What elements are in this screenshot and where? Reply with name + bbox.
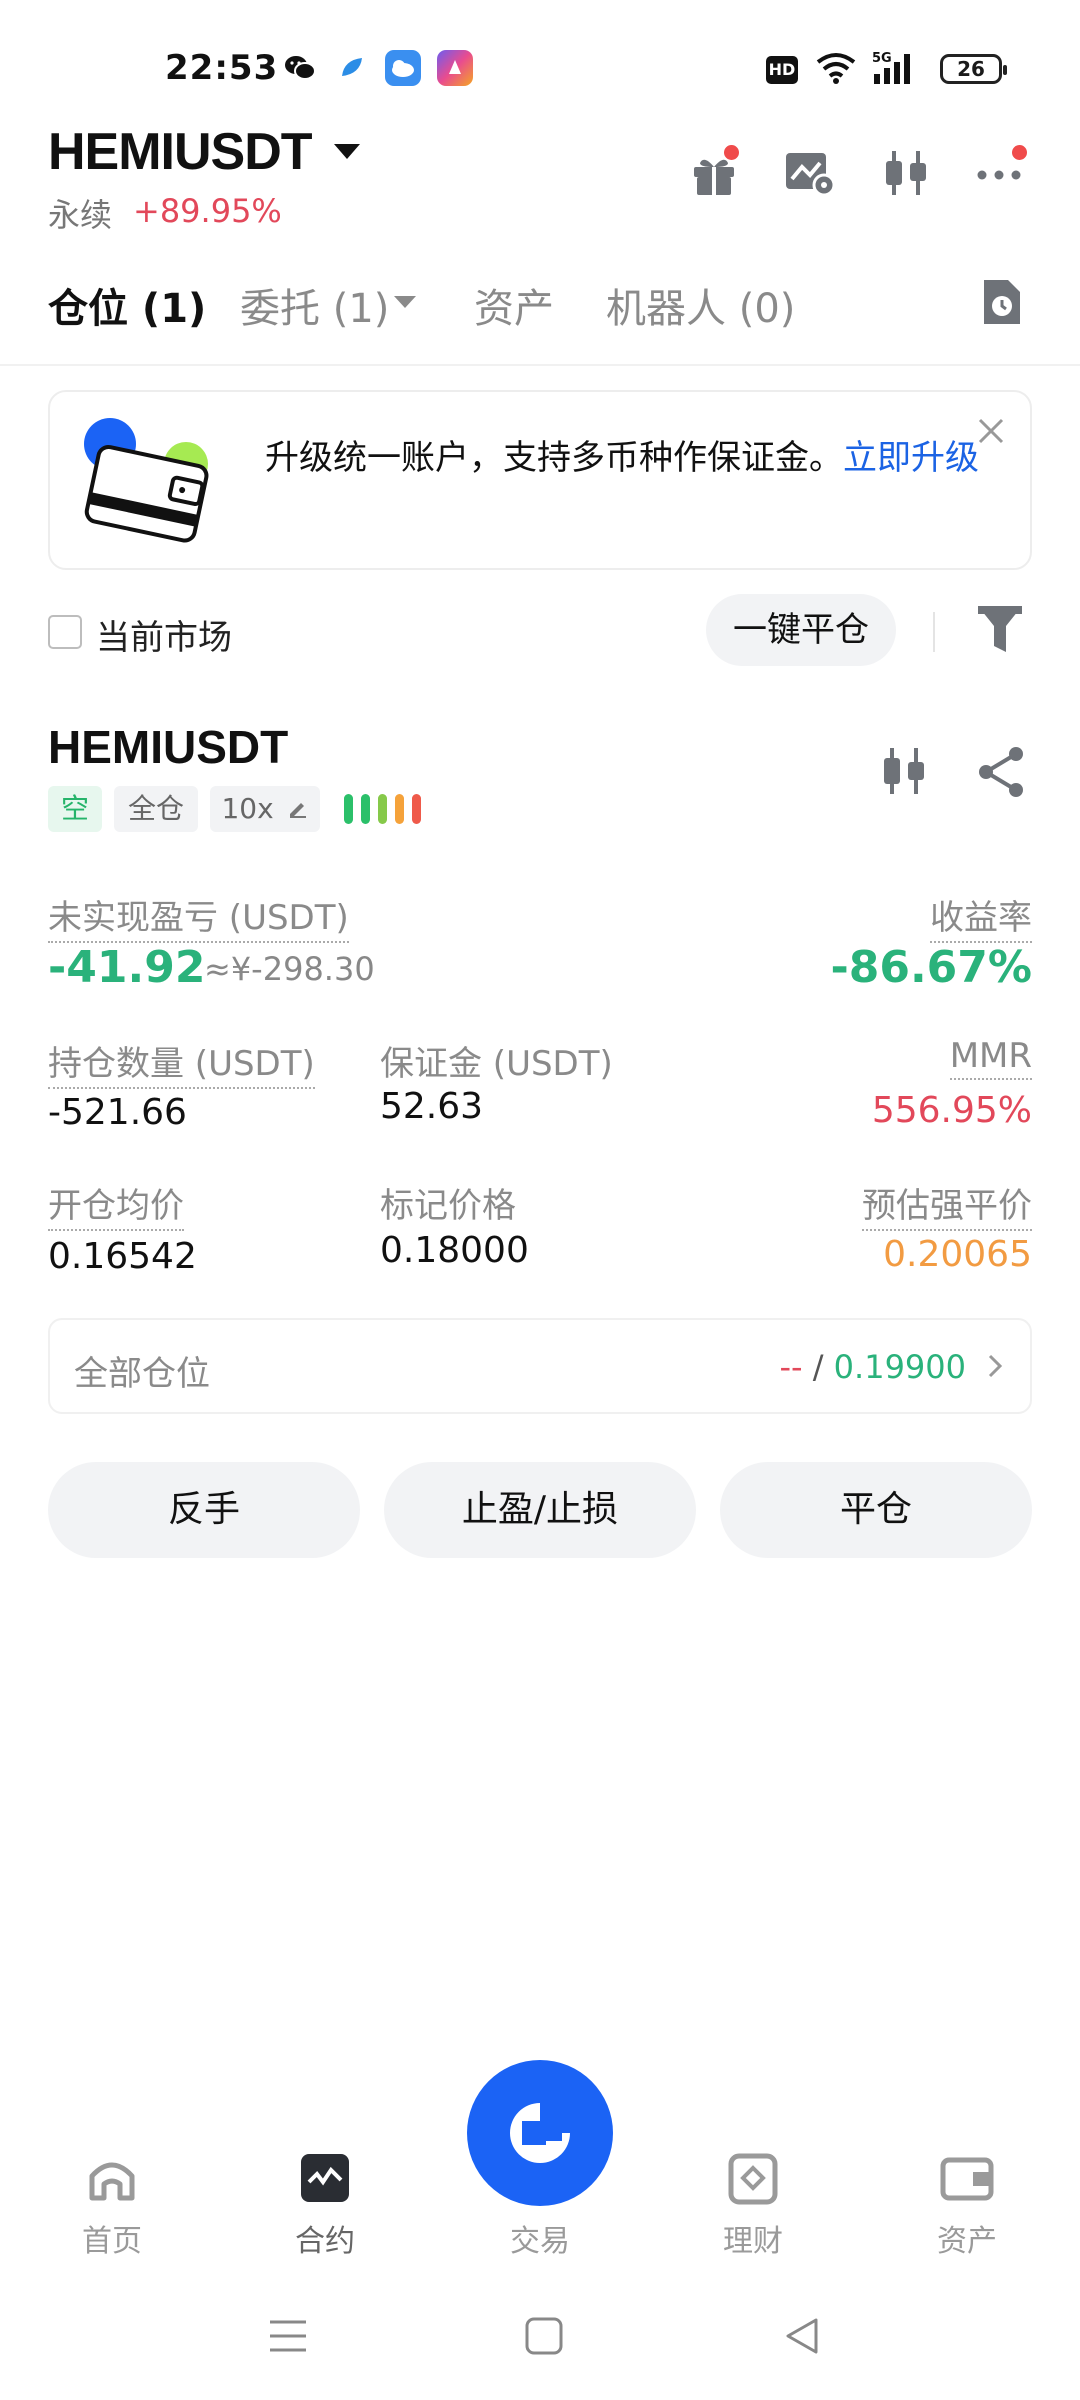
nav-home[interactable]: 首页 bbox=[32, 2150, 192, 2260]
separator: / bbox=[802, 1348, 834, 1386]
margin-label: 保证金 (USDT) bbox=[380, 1044, 613, 1084]
current-market-label[interactable]: 当前市场 bbox=[96, 610, 232, 659]
unrealized-pnl-value: -41.92 bbox=[48, 942, 206, 993]
mark-price-value: 0.18000 bbox=[380, 1230, 529, 1271]
roe-value: -86.67% bbox=[830, 942, 1032, 993]
position-size-value: -521.66 bbox=[48, 1092, 187, 1133]
risk-bar bbox=[412, 794, 421, 824]
earn-icon bbox=[725, 2150, 781, 2210]
close-all-button[interactable]: 一键平仓 bbox=[706, 594, 896, 666]
pair-title[interactable]: HEMIUSDT bbox=[48, 122, 313, 182]
home-square-icon[interactable] bbox=[524, 2316, 564, 2360]
trade-icon bbox=[500, 2093, 580, 2177]
current-market-checkbox[interactable] bbox=[48, 615, 82, 649]
close-position-button[interactable]: 平仓 bbox=[720, 1462, 1032, 1558]
futures-icon bbox=[297, 2150, 353, 2210]
liq-price-value: 0.20065 bbox=[883, 1234, 1032, 1275]
position-size-label[interactable]: 持仓数量 (USDT) bbox=[48, 1036, 315, 1089]
upgrade-link[interactable]: 立即升级 bbox=[843, 438, 979, 478]
chevron-down-icon[interactable] bbox=[334, 144, 360, 159]
tab-assets[interactable]: 资产 bbox=[474, 276, 554, 334]
leverage-value: 10x bbox=[221, 792, 274, 825]
tab-positions[interactable]: 仓位 (1) bbox=[48, 276, 206, 334]
chart-settings-icon[interactable] bbox=[782, 145, 838, 201]
history-icon[interactable] bbox=[978, 274, 1026, 334]
candlestick-icon[interactable] bbox=[878, 145, 934, 201]
entry-price-label[interactable]: 开仓均价 bbox=[48, 1178, 184, 1231]
margin-mode-badge[interactable]: 全仓 bbox=[114, 786, 198, 832]
mark-price-label: 标记价格 bbox=[380, 1186, 516, 1226]
signal-icon: 5G bbox=[870, 48, 922, 92]
notification-dot bbox=[724, 145, 739, 160]
home-icon bbox=[84, 2150, 140, 2210]
tab-bots[interactable]: 机器人 (0) bbox=[606, 276, 795, 334]
nav-futures[interactable]: 合约 bbox=[245, 2150, 405, 2260]
wallet-illustration-icon bbox=[78, 412, 218, 556]
weather-app-icon bbox=[385, 50, 421, 86]
system-nav-bar bbox=[0, 2280, 1080, 2400]
all-positions-value: -- / 0.19900 bbox=[779, 1348, 966, 1386]
upgrade-banner[interactable]: 升级统一账户，支持多币种作保证金。立即升级 bbox=[48, 390, 1032, 570]
unrealized-pnl-label[interactable]: 未实现盈亏 (USDT) bbox=[48, 890, 349, 943]
notification-dot bbox=[1012, 145, 1027, 160]
nav-earn[interactable]: 理财 bbox=[673, 2150, 833, 2260]
risk-bar bbox=[395, 794, 404, 824]
wallet-icon bbox=[939, 2150, 995, 2210]
banner-text: 升级统一账户，支持多币种作保证金。立即升级 bbox=[265, 438, 979, 478]
status-time: 22:53 bbox=[165, 48, 279, 88]
nav-label: 交易 bbox=[510, 2224, 570, 2259]
risk-bar bbox=[378, 794, 387, 824]
app-icon bbox=[334, 50, 370, 86]
all-positions-row[interactable]: 全部仓位 -- / 0.19900 bbox=[48, 1318, 1032, 1414]
filter-icon[interactable] bbox=[976, 602, 1024, 662]
roe-label[interactable]: 收益率 bbox=[930, 890, 1032, 943]
all-positions-right: 0.19900 bbox=[833, 1348, 966, 1386]
nav-label: 理财 bbox=[723, 2224, 783, 2259]
divider bbox=[933, 612, 935, 652]
nav-label: 合约 bbox=[295, 2224, 355, 2259]
reverse-button[interactable]: 反手 bbox=[48, 1462, 360, 1558]
nav-label: 首页 bbox=[82, 2224, 142, 2259]
position-symbol[interactable]: HEMIUSDT bbox=[48, 720, 288, 774]
margin-value: 52.63 bbox=[380, 1086, 484, 1127]
back-icon[interactable] bbox=[782, 2316, 822, 2360]
contract-type: 永续 bbox=[48, 196, 113, 234]
entry-price-value: 0.16542 bbox=[48, 1236, 197, 1277]
nav-label: 资产 bbox=[937, 2224, 997, 2259]
share-icon[interactable] bbox=[976, 744, 1028, 804]
chevron-right-icon bbox=[986, 1352, 1004, 1384]
svg-text:5G: 5G bbox=[872, 51, 892, 66]
all-positions-left: -- bbox=[779, 1348, 803, 1386]
risk-bar bbox=[361, 794, 370, 824]
gift-icon[interactable] bbox=[686, 145, 742, 201]
menu-icon[interactable] bbox=[268, 2316, 308, 2360]
nav-assets[interactable]: 资产 bbox=[887, 2150, 1047, 2260]
hd-icon: HD bbox=[766, 56, 798, 84]
close-icon[interactable] bbox=[976, 416, 1006, 450]
chevron-down-icon[interactable] bbox=[394, 296, 416, 308]
candlestick-icon[interactable] bbox=[878, 744, 930, 804]
unrealized-pnl-cny: ≈¥-298.30 bbox=[204, 950, 375, 988]
tpsl-button[interactable]: 止盈/止损 bbox=[384, 1462, 696, 1558]
wechat-icon bbox=[282, 50, 318, 86]
liq-price-label[interactable]: 预估强平价 bbox=[862, 1178, 1032, 1231]
tab-orders[interactable]: 委托 (1) bbox=[240, 276, 389, 334]
more-icon[interactable] bbox=[974, 145, 1030, 201]
app-icon-colorful bbox=[437, 50, 473, 86]
risk-bar bbox=[344, 794, 353, 824]
price-change: +89.95% bbox=[133, 192, 282, 230]
mmr-value: 556.95% bbox=[871, 1090, 1032, 1131]
wifi-icon bbox=[814, 50, 858, 90]
tabs-divider bbox=[0, 364, 1080, 366]
battery-indicator: 26 bbox=[940, 54, 1007, 84]
leverage-badge[interactable]: 10x bbox=[210, 786, 320, 832]
trade-fab-button[interactable] bbox=[467, 2060, 613, 2206]
mmr-label[interactable]: MMR bbox=[949, 1036, 1032, 1080]
side-badge: 空 bbox=[48, 786, 102, 832]
edit-icon[interactable] bbox=[287, 787, 309, 833]
all-positions-label: 全部仓位 bbox=[74, 1354, 210, 1394]
